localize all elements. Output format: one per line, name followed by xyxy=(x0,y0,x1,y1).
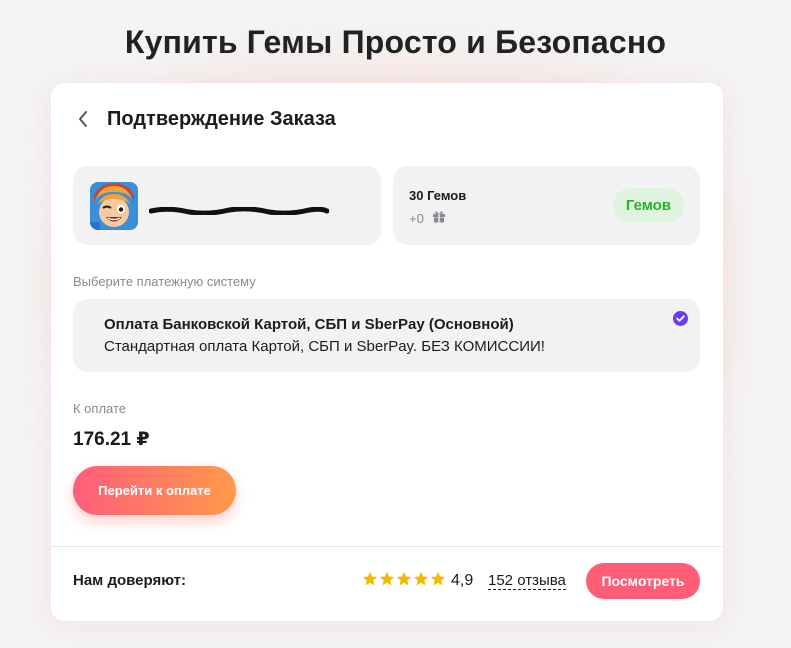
user-info-box xyxy=(73,166,381,245)
selected-check-icon xyxy=(673,311,688,326)
game-character-avatar-icon xyxy=(90,182,138,230)
go-to-payment-button[interactable]: Перейти к оплате xyxy=(73,466,236,515)
payment-system-label: Выберите платежную систему xyxy=(73,274,256,289)
rating-value: 4,9 xyxy=(451,572,474,589)
gift-icon xyxy=(432,210,446,226)
payment-option-title: Оплата Банковской Картой, СБП и SberPay … xyxy=(104,316,514,333)
back-arrow-icon[interactable] xyxy=(73,109,93,129)
rating-stars xyxy=(362,571,446,587)
payment-option-description: Стандартная оплата Картой, СБП и SberPay… xyxy=(104,338,545,355)
trust-label: Нам доверяют: xyxy=(73,572,186,589)
star-icon xyxy=(430,571,446,586)
page-title: Купить Гемы Просто и Безопасно xyxy=(124,24,667,60)
redacted-email xyxy=(148,202,330,216)
star-icon xyxy=(362,571,378,586)
star-icon xyxy=(413,571,429,586)
view-reviews-button[interactable]: Посмотреть xyxy=(586,563,700,599)
gems-amount: 30 Гемов xyxy=(409,188,467,203)
gems-badge: Гемов xyxy=(612,188,684,223)
order-header-title: Подтверждение Заказа xyxy=(107,107,336,130)
order-card: Подтверждение Заказа 30 Гемов +0 Гемов В… xyxy=(51,83,723,621)
payment-option-card[interactable]: Оплата Банковской Картой, СБП и SberPay … xyxy=(73,299,700,372)
gems-bonus-value: +0 xyxy=(409,210,424,226)
total-value: 176.21 ₽ xyxy=(73,429,150,450)
star-icon xyxy=(396,571,412,586)
total-label: К оплате xyxy=(73,401,127,416)
divider xyxy=(51,546,723,547)
gems-info-box: 30 Гемов +0 Гемов xyxy=(393,166,700,245)
order-header: Подтверждение Заказа xyxy=(73,105,336,133)
reviews-link[interactable]: 152 отзыва xyxy=(488,573,566,590)
gems-bonus: +0 xyxy=(409,210,446,226)
star-icon xyxy=(379,571,395,586)
